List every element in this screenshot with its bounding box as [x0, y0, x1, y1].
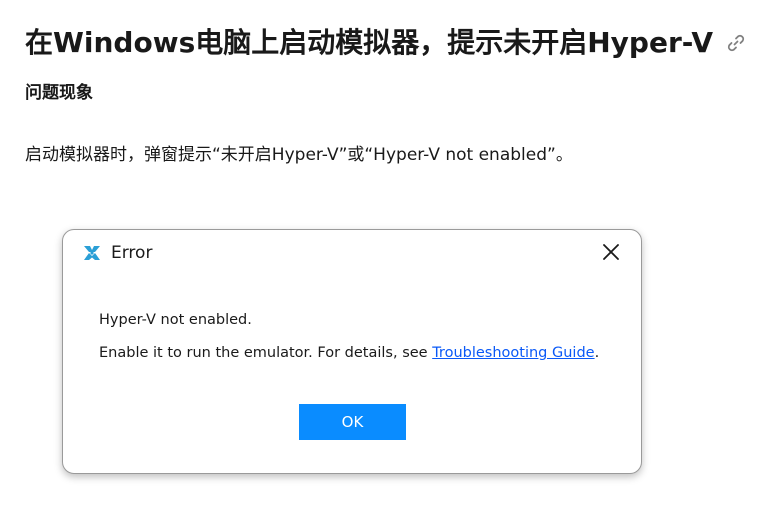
dialog-title: Error: [111, 243, 153, 263]
error-message: Hyper-V not enabled.: [99, 312, 252, 328]
page: 在Windows电脑上启动模拟器，提示未开启Hyper-V 问题现象 启动模拟器…: [0, 0, 784, 519]
error-detail-text: Enable it to run the emulator. For detai…: [99, 345, 433, 361]
close-button[interactable]: [599, 240, 623, 264]
link-icon[interactable]: [725, 32, 747, 54]
error-detail-suffix: .: [594, 345, 600, 361]
title-row: 在Windows电脑上启动模拟器，提示未开启Hyper-V: [25, 22, 747, 64]
section-heading: 问题现象: [25, 83, 93, 103]
problem-description: 启动模拟器时，弹窗提示“未开启Hyper-V”或“Hyper-V not ena…: [25, 145, 573, 165]
ok-button[interactable]: OK: [299, 404, 406, 440]
error-detail: Enable it to run the emulator. For detai…: [99, 343, 599, 363]
dialog-header: Error: [81, 241, 152, 265]
troubleshooting-guide-link[interactable]: Troubleshooting Guide: [432, 345, 594, 361]
error-dialog: Error Hyper-V not enabled. Enable it to …: [62, 229, 642, 474]
page-title: 在Windows电脑上启动模拟器，提示未开启Hyper-V: [25, 26, 714, 59]
emulator-logo-icon: [81, 242, 103, 264]
